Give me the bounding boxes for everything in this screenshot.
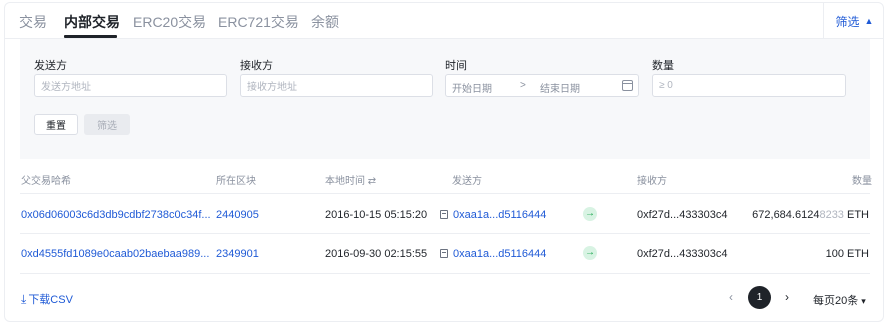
divider [20,233,870,234]
reset-button[interactable]: 重置 [34,114,78,135]
divider [20,273,870,274]
amount-main: 100 [825,248,844,260]
pagination-next-button[interactable]: › [780,290,794,306]
pagination-page-1[interactable]: 1 [748,286,771,309]
calendar-icon[interactable] [622,80,633,91]
from-address: 0xaa1a...d5116444 [440,248,546,260]
local-time: 2016-09-30 02:15:55 [325,248,428,260]
copy-icon[interactable] [440,210,448,219]
end-date-input[interactable]: 结束日期 [540,80,580,95]
start-date-input[interactable]: 开始日期 [452,80,492,95]
column-header-from: 发送方 [452,176,482,187]
page-size-select[interactable]: 每页20条 ▾ [813,292,866,308]
copy-icon[interactable] [440,249,448,258]
column-header-amount: 数量 [852,176,872,187]
amount-min-input[interactable]: ≥ 0 [652,74,846,97]
to-address-input[interactable]: 接收方地址 [240,74,433,97]
divider [20,193,870,194]
active-tab-indicator [64,35,117,38]
apply-filter-button[interactable]: 筛选 [84,114,130,135]
column-header-parent-hash: 父交易哈希 [21,176,71,187]
amount-label: 数量 [652,60,674,72]
amount-dim-digits: 8233 [819,209,844,221]
column-header-block: 所在区块 [216,176,256,187]
parent-hash-link[interactable]: 0x06d06003c6d3db9cdbf2738c0c34f... [21,209,211,221]
local-time: 2016-10-15 05:15:20 [325,209,428,221]
from-address-link[interactable]: 0xaa1a...d5116444 [453,248,546,260]
amount-value: 672,684.61248233 ETH [752,209,869,221]
page-size-label: 每页20条 [813,295,859,307]
tab-transactions[interactable]: 交易 [19,12,47,32]
parent-hash-link[interactable]: 0xd4555fd1089e0caab02baebaa989... [21,248,209,260]
date-range-separator: > [520,80,526,91]
tab-erc721[interactable]: ERC721交易 [218,12,299,32]
arrow-right-icon: → [583,246,597,260]
to-address: 0xf27d...433303c4 [637,209,728,221]
amount-unit: ETH [843,248,869,260]
chevron-down-icon: ▾ [861,296,866,306]
column-header-local-time[interactable]: 本地时间 ⇄ [325,172,376,187]
block-link[interactable]: 2349901 [216,248,259,260]
download-csv-button[interactable]: ⤓ 下载CSV [21,291,73,307]
download-icon: ⤓ [21,291,27,306]
amount-value: 100 ETH [826,248,869,260]
from-address: 0xaa1a...d5116444 [440,209,546,221]
block-link[interactable]: 2440905 [216,209,259,221]
tab-erc20[interactable]: ERC20交易 [133,12,206,32]
date-range-picker[interactable]: 开始日期 > 结束日期 [445,74,639,97]
tab-internal-transactions[interactable]: 内部交易 [64,12,120,32]
filter-toggle-button[interactable]: 筛选 ▲ [823,3,883,39]
chevron-up-icon: ▲ [864,16,874,26]
from-label: 发送方 [34,60,67,72]
filter-panel: 发送方 发送方地址 接收方 接收方地址 时间 开始日期 > 结束日期 数量 ≥ … [20,39,870,159]
to-address: 0xf27d...433303c4 [637,248,728,260]
time-label: 时间 [445,60,467,72]
from-address-link[interactable]: 0xaa1a...d5116444 [453,209,546,221]
column-header-to: 接收方 [637,176,667,187]
tab-balance[interactable]: 余额 [311,12,339,32]
download-csv-label: 下载CSV [28,294,73,306]
internal-transactions-card: 交易 内部交易 ERC20交易 ERC721交易 余额 筛选 ▲ 发送方 发送方… [4,2,884,322]
arrow-right-icon: → [583,207,597,221]
from-address-input[interactable]: 发送方地址 [34,74,227,97]
filter-toggle-label: 筛选 [835,14,860,29]
pagination-prev-button[interactable]: ‹ [724,290,738,306]
amount-main: 672,684.6124 [752,209,820,221]
amount-unit: ETH [843,209,869,221]
tab-bar: 交易 内部交易 ERC20交易 ERC721交易 余额 筛选 ▲ [5,3,883,39]
to-label: 接收方 [240,60,273,72]
